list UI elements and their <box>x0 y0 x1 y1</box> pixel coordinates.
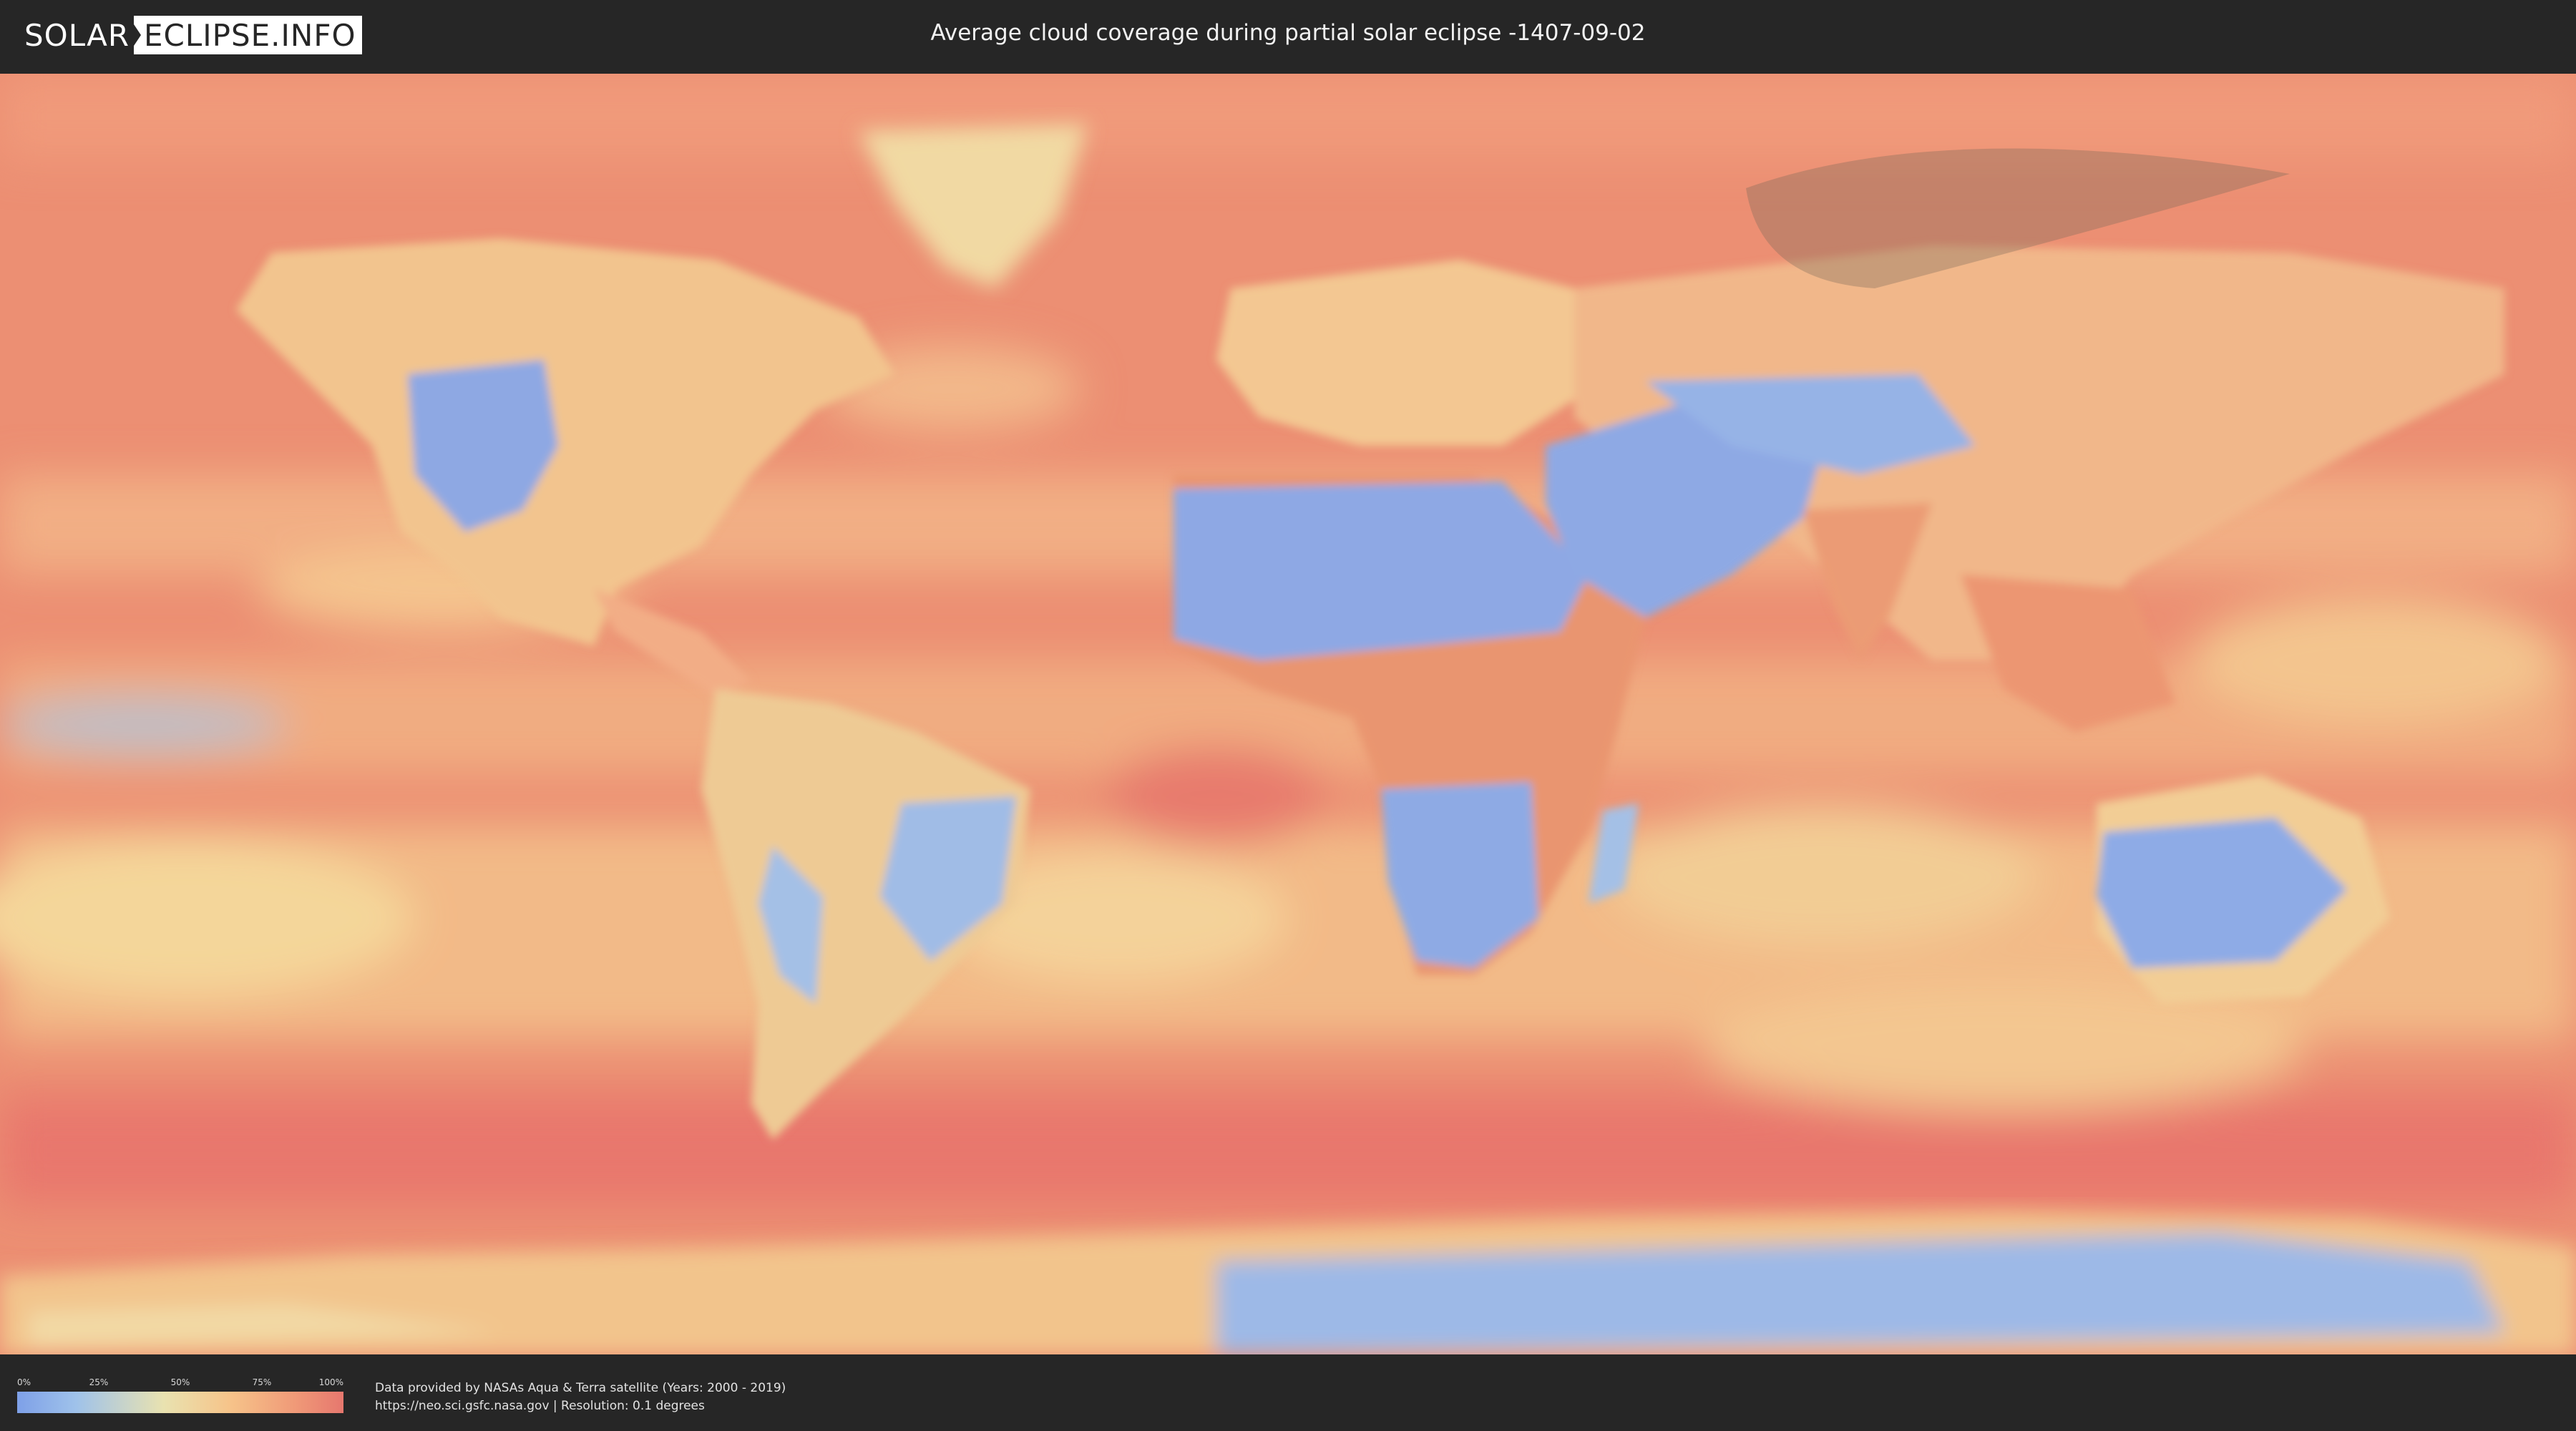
page-title: Average cloud coverage during partial so… <box>930 20 1646 46</box>
cloud-coverage-map[interactable] <box>0 74 2576 1354</box>
legend-tick-25: 25% <box>89 1377 109 1387</box>
legend-tick-75: 75% <box>252 1377 272 1387</box>
credits-line-1: Data provided by NASAs Aqua & Terra sate… <box>375 1381 786 1395</box>
legend-tick-100: 100% <box>318 1377 343 1387</box>
data-credits: Data provided by NASAs Aqua & Terra sate… <box>375 1379 786 1415</box>
world-map-svg <box>0 74 2576 1354</box>
legend-ticks: 0% 25% 50% 75% 100% <box>17 1377 343 1387</box>
legend-tick-0: 0% <box>17 1377 31 1387</box>
sahara-clear <box>1174 482 1589 660</box>
cloud-cover-legend-bar <box>17 1392 343 1413</box>
europe <box>1216 260 1603 446</box>
header-bar: SOLAR ECLIPSE.INFO Average cloud coverag… <box>0 0 2576 72</box>
legend-tick-50: 50% <box>170 1377 190 1387</box>
credits-line-2[interactable]: https://neo.sci.gsfc.nasa.gov | Resoluti… <box>375 1397 786 1415</box>
